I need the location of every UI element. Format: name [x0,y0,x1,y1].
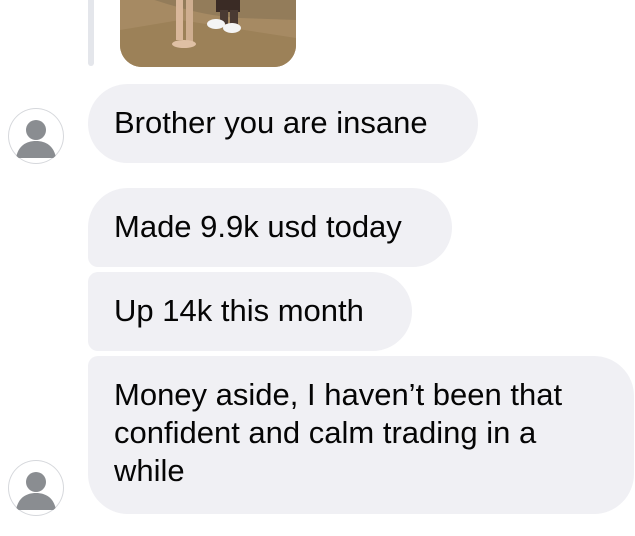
message-text: Made 9.9k usd today [114,209,402,244]
sender-avatar[interactable] [8,108,64,164]
message-text: Brother you are insane [114,105,428,140]
message-text: Money aside, I haven’t been that confide… [114,377,563,488]
person-silhouette-icon [16,472,56,510]
sender-avatar[interactable] [8,460,64,516]
message-text: Up 14k this month [114,293,364,328]
person-silhouette-icon [16,120,56,158]
message-bubble[interactable]: Money aside, I haven’t been that confide… [88,356,634,514]
photo-thumbnail-image [120,0,296,67]
message-bubble[interactable]: Up 14k this month [88,272,412,351]
message-bubble[interactable]: Brother you are insane [88,84,478,163]
message-bubble[interactable]: Made 9.9k usd today [88,188,452,267]
shared-photo[interactable] [120,0,296,67]
reply-indicator-bar [88,0,94,66]
